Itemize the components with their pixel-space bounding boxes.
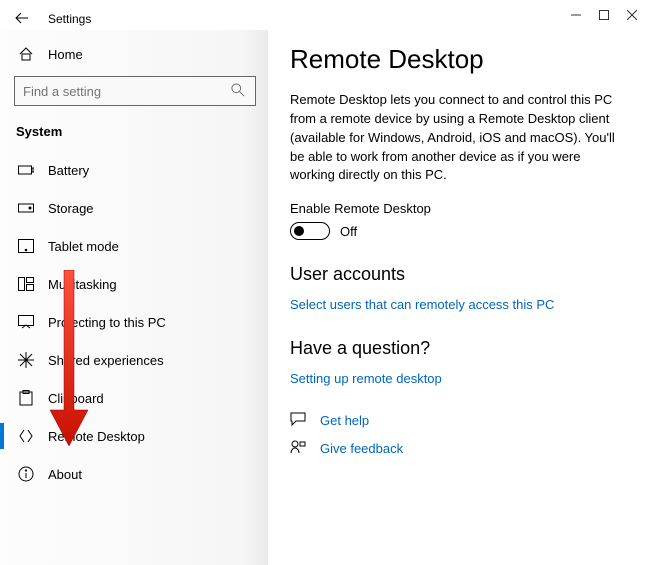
sidebar-item-label: Remote Desktop — [48, 429, 145, 444]
give-feedback-row[interactable]: Give feedback — [290, 440, 626, 456]
sidebar-item-label: Projecting to this PC — [48, 315, 166, 330]
app-title: Settings — [48, 12, 91, 26]
sidebar-item-multitasking[interactable]: Multitasking — [0, 265, 268, 303]
back-icon[interactable] — [14, 10, 30, 29]
section-label: System — [0, 120, 268, 151]
sidebar-item-label: Clipboard — [48, 391, 104, 406]
maximize-button[interactable] — [590, 1, 618, 29]
home-icon — [18, 46, 34, 62]
sidebar-item-label: About — [48, 467, 82, 482]
sidebar: Home System Battery Storage Tablet — [0, 30, 268, 565]
toggle-state: Off — [340, 224, 357, 239]
close-button[interactable] — [618, 1, 646, 29]
select-users-link[interactable]: Select users that can remotely access th… — [290, 297, 626, 312]
projecting-icon — [18, 314, 34, 330]
sidebar-item-label: Storage — [48, 201, 94, 216]
sidebar-item-shared[interactable]: Shared experiences — [0, 341, 268, 379]
sidebar-item-storage[interactable]: Storage — [0, 189, 268, 227]
page-title: Remote Desktop — [290, 44, 626, 75]
about-icon — [18, 466, 34, 482]
enable-remote-desktop-toggle[interactable] — [290, 222, 330, 240]
get-help-label: Get help — [320, 413, 369, 428]
sidebar-item-battery[interactable]: Battery — [0, 151, 268, 189]
titlebar — [0, 0, 648, 30]
remote-desktop-icon — [18, 428, 34, 444]
page-description: Remote Desktop lets you connect to and c… — [290, 91, 626, 185]
shared-icon — [18, 352, 34, 368]
search-icon — [231, 83, 247, 99]
user-accounts-heading: User accounts — [290, 264, 626, 285]
main-content: Remote Desktop Remote Desktop lets you c… — [268, 30, 648, 565]
sidebar-item-label: Shared experiences — [48, 353, 164, 368]
sidebar-item-clipboard[interactable]: Clipboard — [0, 379, 268, 417]
chat-icon — [290, 412, 306, 428]
minimize-button[interactable] — [562, 1, 590, 29]
question-heading: Have a question? — [290, 338, 626, 359]
get-help-row[interactable]: Get help — [290, 412, 626, 428]
toggle-label: Enable Remote Desktop — [290, 201, 626, 216]
search-input[interactable] — [23, 84, 231, 99]
feedback-icon — [290, 440, 306, 456]
sidebar-item-tablet-mode[interactable]: Tablet mode — [0, 227, 268, 265]
tablet-icon — [18, 238, 34, 254]
home-nav[interactable]: Home — [0, 40, 268, 70]
home-label: Home — [48, 47, 83, 62]
clipboard-icon — [18, 390, 34, 406]
give-feedback-label: Give feedback — [320, 441, 403, 456]
search-box[interactable] — [14, 76, 256, 106]
setup-link[interactable]: Setting up remote desktop — [290, 371, 626, 386]
sidebar-item-label: Battery — [48, 163, 89, 178]
multitasking-icon — [18, 276, 34, 292]
sidebar-item-remote-desktop[interactable]: Remote Desktop — [0, 417, 268, 455]
battery-icon — [18, 162, 34, 178]
sidebar-item-label: Multitasking — [48, 277, 117, 292]
storage-icon — [18, 200, 34, 216]
sidebar-item-projecting[interactable]: Projecting to this PC — [0, 303, 268, 341]
sidebar-item-about[interactable]: About — [0, 455, 268, 493]
sidebar-item-label: Tablet mode — [48, 239, 119, 254]
